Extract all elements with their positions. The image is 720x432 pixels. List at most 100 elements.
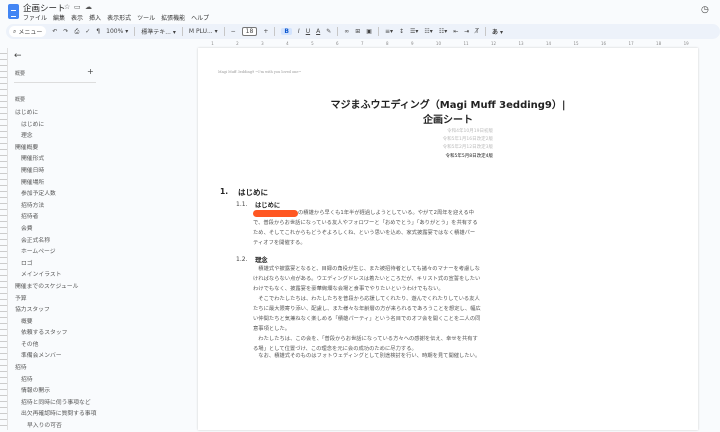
spellcheck-icon[interactable]: ✓ — [85, 28, 90, 35]
outline-item[interactable]: 開催場所 — [0, 177, 190, 189]
paragraph-line: わたしたちは、この会を、「普段からお世話になっている方々への感謝を伝え、幸せを共… — [253, 336, 478, 342]
menu-view[interactable]: 表示 — [71, 13, 83, 22]
outline-item[interactable]: 依頼するスタッフ — [0, 327, 190, 339]
outline-item[interactable]: 開催日時 — [0, 165, 190, 177]
paragraph-line: わけでもなく、披露宴を豪華絢爛な会場と食事でやりたいというわけでもない。 — [253, 286, 444, 292]
paragraph-line: ければならない点がある。ウエディングドレスは着たいところだが、キリスト式の宣誓を… — [253, 276, 481, 282]
ruler-tick-label: 15 — [573, 41, 579, 46]
link-icon[interactable]: ∞ — [344, 28, 349, 35]
outline-item[interactable]: 招待者 — [0, 211, 190, 223]
outline-item[interactable]: 参加予定人数 — [0, 188, 190, 200]
back-arrow-icon[interactable]: ← — [14, 51, 22, 61]
ruler-tick-label: 2 — [236, 41, 239, 46]
font-value: M PLU... — [188, 28, 213, 35]
paragraph-line: 積雄式や披露宴となると、目録の角役が生じ、また被招待者としても諸々のマナーを考慮… — [253, 266, 480, 272]
menu-insert[interactable]: 挿入 — [89, 13, 101, 22]
cloud-status-icon[interactable]: ☁ — [85, 3, 92, 11]
align-icon[interactable]: ≡▾ — [385, 28, 393, 35]
document-page[interactable]: Magi Muff 3edding9 ~I'm with you loved o… — [198, 48, 698, 430]
star-icon[interactable]: ☆ — [64, 3, 70, 11]
version-history-icon[interactable]: ◷ — [701, 5, 709, 15]
outline-item[interactable]: はじめに — [0, 119, 190, 131]
bold-button[interactable]: B — [281, 28, 292, 35]
menu-search[interactable]: ⌕ メニュー — [9, 26, 47, 37]
outline-item[interactable]: 招待 — [0, 362, 190, 374]
outline-item[interactable]: 情報の開示 — [0, 385, 190, 397]
search-icon: ⌕ — [13, 27, 17, 35]
clear-formatting-icon[interactable]: T̸ — [475, 28, 479, 35]
undo-icon[interactable]: ↶ — [52, 28, 57, 35]
increase-indent-icon[interactable]: ⇥ — [464, 28, 469, 35]
input-tools-button[interactable]: あ ▾ — [492, 27, 503, 36]
ruler-tick-label: 3 — [261, 41, 264, 46]
ruler-tick-label: 19 — [683, 41, 689, 46]
outline-item[interactable]: メインイラスト — [0, 269, 190, 281]
subsection-number: 1.1. — [236, 201, 248, 208]
outline-label: 概要 — [15, 97, 26, 103]
add-tab-icon[interactable]: + — [87, 67, 94, 76]
paragraph-line: ため、そしてこれからもどうぞよろしくね、という思いを込め、家式披露宴ではなく積雄… — [253, 230, 476, 236]
menu-format[interactable]: 表示形式 — [107, 13, 131, 22]
divider — [223, 27, 225, 36]
menu-tools[interactable]: ツール — [137, 13, 155, 22]
comment-icon[interactable]: ⊞ — [355, 28, 360, 35]
increase-font-size-button[interactable]: + — [263, 28, 268, 35]
outline-item[interactable]: 会費 — [0, 223, 190, 235]
horizontal-ruler[interactable]: 1 2 3 4 5 6 7 8 9 10 11 12 13 14 15 16 17 18 19 — [200, 40, 700, 47]
outline-item[interactable]: 招待と同時に伺う事項など — [0, 397, 190, 409]
ruler-tick-label: 18 — [656, 41, 662, 46]
text-color-button[interactable]: A — [316, 28, 320, 35]
docs-logo-icon[interactable] — [8, 4, 19, 19]
outline-item[interactable]: 開催形式 — [0, 153, 190, 165]
paragraph-line: 意事項とした。 — [253, 326, 291, 332]
paint-format-icon[interactable]: ¶ — [96, 28, 100, 35]
outline-item[interactable]: 会正式名称 — [0, 235, 190, 247]
italic-button[interactable]: I — [298, 28, 300, 35]
outline-item[interactable]: その他 — [0, 339, 190, 351]
underline-button[interactable]: U — [306, 28, 310, 35]
line-spacing-icon[interactable]: ↕ — [399, 28, 404, 35]
decrease-font-size-button[interactable]: − — [231, 28, 236, 35]
menu-bar: ファイル 編集 表示 挿入 表示形式 ツール 拡張機能 ヘルプ — [23, 13, 209, 22]
ruler-tick-label: 5 — [311, 41, 314, 46]
highlight-icon[interactable]: ✎ — [326, 28, 331, 35]
outline-item[interactable]: 概要 — [0, 316, 190, 328]
redo-icon[interactable]: ↷ — [63, 28, 68, 35]
style-select[interactable]: 標準テキ... ▾ — [141, 27, 176, 36]
ruler-tick-label: 13 — [518, 41, 524, 46]
outline-item[interactable]: 準備会メンバー — [0, 350, 190, 362]
decrease-indent-icon[interactable]: ⇤ — [453, 28, 458, 35]
philosophy-paragraph: 積雄式や披露宴となると、目録の角役が生じ、また被招待者としても諸々のマナーを考慮… — [253, 264, 513, 354]
menu-help[interactable]: ヘルプ — [191, 13, 209, 22]
outline-item[interactable]: 開催概要 — [0, 142, 190, 154]
move-folder-icon[interactable]: ▭ — [74, 3, 81, 11]
font-size-input[interactable]: 18 — [241, 27, 258, 36]
numbered-list-icon[interactable]: ☷▾ — [439, 28, 447, 35]
outline-item[interactable]: 招待 — [0, 374, 190, 386]
menu-extensions[interactable]: 拡張機能 — [161, 13, 185, 22]
image-icon[interactable]: ▣ — [366, 28, 372, 35]
ruler-tick-label: 16 — [601, 41, 607, 46]
print-icon[interactable]: ⎙ — [74, 28, 79, 36]
outline-item[interactable]: 開催までのスケジュール — [0, 281, 190, 293]
outline-item[interactable]: ロゴ — [0, 258, 190, 270]
section-heading: はじめに — [238, 188, 268, 197]
menu-file[interactable]: ファイル — [23, 13, 47, 22]
outline-item[interactable]: 予算 — [0, 293, 190, 305]
zoom-select[interactable]: 100% ▾ — [106, 28, 128, 35]
outline-item[interactable]: 出欠再確認時に質問する事項 — [0, 408, 190, 420]
outline-item[interactable]: ホームページ — [0, 246, 190, 258]
font-select[interactable]: M PLU... ▾ — [189, 28, 218, 35]
outline-item[interactable]: はじめに — [0, 107, 190, 119]
outline-item[interactable]: 招待方法 — [0, 200, 190, 212]
checklist-icon[interactable]: ☰▾ — [410, 28, 418, 35]
revision-date: 令和5年1月16日改定2版 — [442, 137, 493, 142]
title-bar: 企画シート ☆ ▭ ☁ ファイル 編集 表示 挿入 表示形式 ツール 拡張機能 … — [0, 0, 720, 22]
outline-item[interactable]: 協力スタッフ — [0, 304, 190, 316]
ruler-tick-label: 7 — [361, 41, 364, 46]
bulleted-list-icon[interactable]: ☷▾ — [424, 28, 432, 35]
menu-edit[interactable]: 編集 — [53, 13, 65, 22]
outline-item[interactable]: 理念 — [0, 130, 190, 142]
tab-title[interactable]: 概要 — [15, 70, 25, 77]
ruler-tick-label: 1 — [211, 41, 214, 46]
